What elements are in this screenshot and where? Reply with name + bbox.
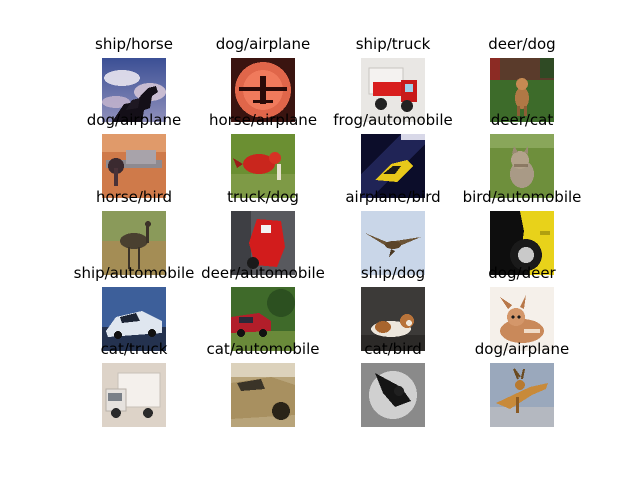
white-truck-on-pale-background-image bbox=[102, 363, 166, 427]
panel-title: cat/automobile bbox=[206, 340, 320, 358]
panel-title: horse/airplane bbox=[208, 111, 318, 129]
panel-title: dog/deer bbox=[488, 264, 556, 282]
panel-title: ship/horse bbox=[95, 35, 173, 53]
panel-title: ship/dog bbox=[360, 264, 426, 282]
panel-title: ship/automobile bbox=[73, 264, 195, 282]
panel-title: dog/airplane bbox=[474, 340, 570, 358]
panel-title: frog/automobile bbox=[333, 111, 453, 129]
panel-title: ship/truck bbox=[355, 35, 431, 53]
panel-title: deer/automobile bbox=[201, 264, 325, 282]
panel-title: truck/dog bbox=[227, 188, 299, 206]
panel-title: dog/airplane bbox=[215, 35, 311, 53]
panel-title: deer/cat bbox=[490, 111, 554, 129]
orange-deer-on-blue-grey-background-image bbox=[490, 363, 554, 427]
panel-title: cat/bird bbox=[364, 340, 422, 358]
gold-car-close-up-image bbox=[231, 363, 295, 427]
panel-title: dog/airplane bbox=[86, 111, 182, 129]
panel-title: horse/bird bbox=[95, 188, 173, 206]
panel-title: airplane/bird bbox=[345, 188, 441, 206]
panel-title: deer/dog bbox=[488, 35, 556, 53]
panel-title: bird/automobile bbox=[462, 188, 582, 206]
black-bird-on-grey-background-image bbox=[361, 363, 425, 427]
image-grid-figure: ship/horse dog/airplane ship/truck deer/dog… bbox=[0, 0, 640, 480]
panel-title: cat/truck bbox=[100, 340, 168, 358]
